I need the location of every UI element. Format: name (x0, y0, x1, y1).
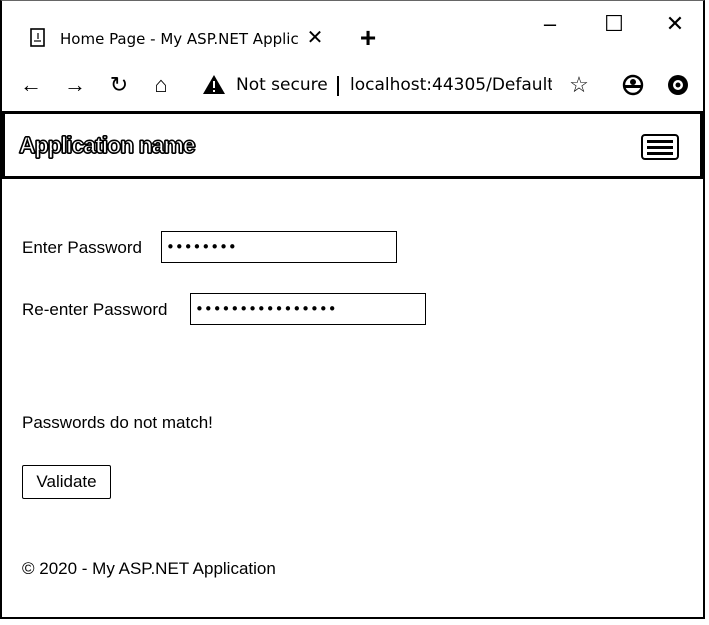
address-separator (337, 76, 339, 96)
app-navbar: Application name (2, 111, 703, 179)
close-tab-button[interactable]: ✕ (306, 28, 324, 48)
warning-icon[interactable] (202, 73, 226, 97)
enter-password-label: Enter Password (22, 238, 142, 257)
back-button[interactable]: ← (16, 65, 46, 105)
reload-button[interactable]: ↻ (104, 65, 134, 105)
maximize-button[interactable]: ☐ (599, 9, 629, 39)
not-secure-label[interactable]: Not secure (236, 65, 328, 105)
app-brand[interactable]: Application name (18, 130, 196, 160)
tab-title[interactable]: Home Page - My ASP.NET Applic (60, 28, 298, 50)
address-input[interactable]: localhost:44305/Default (350, 65, 552, 105)
bookmark-star-icon[interactable]: ☆ (566, 65, 592, 105)
footer-text: © 2020 - My ASP.NET Application (22, 559, 276, 578)
hamburger-line (647, 140, 673, 143)
tab-bar: Home Page - My ASP.NET Applic ✕ + – ☐ ✕ (2, 1, 703, 61)
validate-button[interactable]: Validate (22, 465, 111, 499)
hamburger-line (647, 146, 673, 149)
reenter-password-label: Re-enter Password (22, 300, 168, 319)
close-window-button[interactable]: ✕ (660, 9, 690, 39)
new-tab-button[interactable]: + (356, 24, 380, 52)
profile-icon[interactable] (622, 74, 644, 96)
minimize-button[interactable]: – (535, 9, 565, 39)
forward-button[interactable]: → (60, 65, 90, 105)
page-icon (30, 28, 45, 47)
hamburger-icon[interactable] (641, 134, 679, 160)
extension-icon[interactable] (667, 74, 689, 96)
reenter-password-input[interactable] (190, 293, 426, 325)
validation-message: Passwords do not match! (22, 413, 213, 432)
enter-password-input[interactable] (161, 231, 397, 263)
hamburger-line (647, 152, 673, 155)
home-button[interactable]: ⌂ (146, 65, 176, 105)
browser-window: Home Page - My ASP.NET Applic ✕ + – ☐ ✕ … (0, 0, 705, 619)
address-bar-row: ← → ↻ ⌂ Not secure localhost:44305/Defau… (2, 65, 703, 105)
